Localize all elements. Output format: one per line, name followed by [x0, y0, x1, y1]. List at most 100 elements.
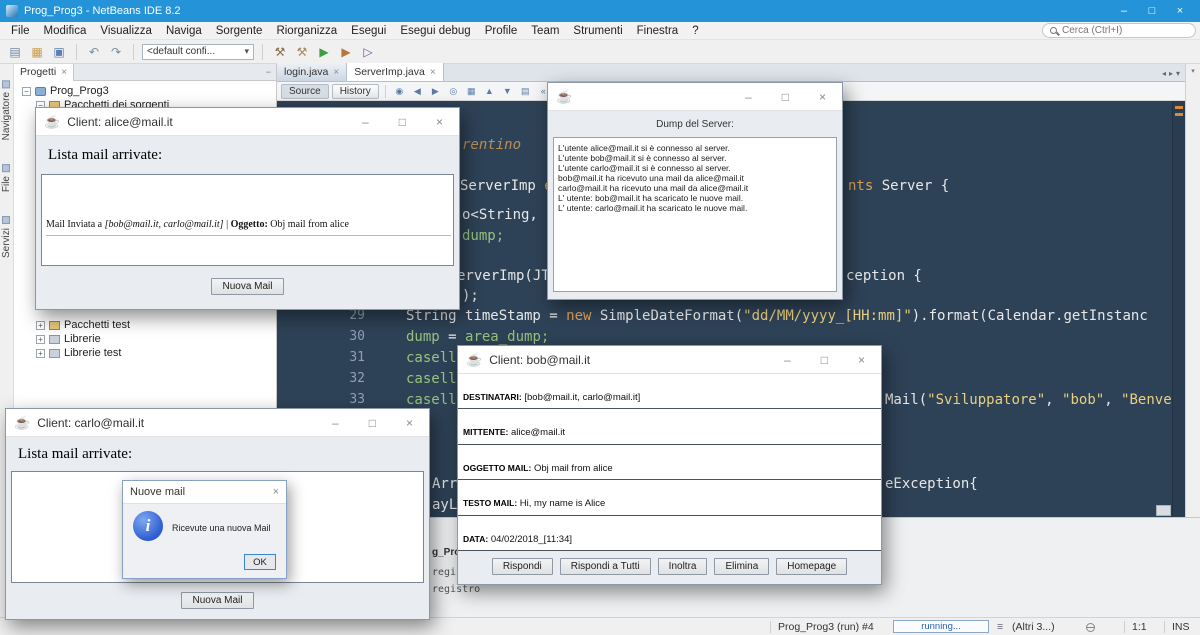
- expand-icon[interactable]: [36, 334, 45, 344]
- minimize-icon[interactable]: [784, 353, 791, 367]
- side-tab-file[interactable]: File: [1, 164, 12, 192]
- close-icon[interactable]: [333, 66, 339, 78]
- quick-search[interactable]: [1042, 23, 1196, 38]
- ide-titlebar[interactable]: Prog_Prog3 - NetBeans IDE 8.2: [0, 0, 1200, 22]
- config-select[interactable]: <default confi...: [142, 43, 254, 60]
- window-controls: [362, 115, 451, 129]
- menu-finestra[interactable]: Finestra: [630, 25, 686, 37]
- toggle-bookmark-icon[interactable]: ▤: [518, 84, 533, 99]
- close-icon[interactable]: [61, 66, 67, 78]
- maximize-icon[interactable]: [1138, 5, 1166, 17]
- tab-list-icon[interactable]: ▾: [1176, 69, 1180, 78]
- debug-project-icon[interactable]: ▶: [337, 43, 355, 61]
- editor-tab-login-java[interactable]: login.java: [277, 63, 348, 81]
- menu-team[interactable]: Team: [524, 25, 566, 37]
- dump-titlebar[interactable]: [548, 83, 842, 111]
- menu-modifica[interactable]: Modifica: [37, 25, 94, 37]
- dialog-titlebar[interactable]: Nuove mail: [123, 481, 286, 504]
- find-selection-icon[interactable]: ◎: [446, 84, 461, 99]
- next-bookmark-icon[interactable]: ▼: [500, 84, 515, 99]
- profile-project-icon[interactable]: ▷: [359, 43, 377, 61]
- minimize-icon[interactable]: [745, 90, 752, 104]
- build-project-icon[interactable]: ⚒: [271, 43, 289, 61]
- close-icon[interactable]: [819, 90, 826, 104]
- close-icon[interactable]: [430, 66, 436, 78]
- close-icon[interactable]: [273, 486, 279, 498]
- tab-progetti[interactable]: Progetti: [14, 63, 75, 81]
- forward-icon[interactable]: ▶: [428, 84, 443, 99]
- maximize-icon[interactable]: [369, 416, 376, 430]
- menu-esegui[interactable]: Esegui: [344, 25, 393, 37]
- menu-item[interactable]: ?: [685, 25, 705, 37]
- elimina-button[interactable]: Elimina: [714, 558, 770, 575]
- nuova-mail-button[interactable]: Nuova Mail: [181, 591, 254, 609]
- close-icon[interactable]: [1166, 5, 1194, 17]
- alice-mail-list[interactable]: Mail Inviata a [bob@mail.it, carlo@mail.…: [41, 174, 454, 266]
- close-icon[interactable]: [436, 115, 443, 129]
- side-tab-navigatore[interactable]: Navigatore: [1, 80, 12, 140]
- error-stripe[interactable]: [1172, 101, 1185, 517]
- insert-mode-indicator[interactable]: INS: [1172, 621, 1190, 633]
- scroll-right-icon[interactable]: ▸: [1169, 69, 1173, 78]
- tab-scroll-arrows[interactable]: ◂ ▸ ▾: [1162, 69, 1185, 81]
- menu-visualizza[interactable]: Visualizza: [93, 25, 159, 37]
- highlight-icon[interactable]: ▦: [464, 84, 479, 99]
- maximize-icon[interactable]: [782, 90, 789, 104]
- inoltra-button[interactable]: Inoltra: [657, 558, 708, 575]
- previous-bookmark-icon[interactable]: ▲: [482, 84, 497, 99]
- alice-titlebar[interactable]: Client: alice@mail.it: [36, 108, 459, 136]
- menu-sorgente[interactable]: Sorgente: [209, 25, 270, 37]
- back-icon[interactable]: ◀: [410, 84, 425, 99]
- expand-icon[interactable]: [36, 320, 45, 330]
- menu-esegui-debug[interactable]: Esegui debug: [393, 25, 477, 37]
- redo-icon[interactable]: ↷: [107, 43, 125, 61]
- homepage-button[interactable]: Homepage: [776, 558, 848, 575]
- history-view-button[interactable]: History: [331, 83, 379, 99]
- scroll-left-icon[interactable]: ◂: [1162, 69, 1166, 78]
- dump-text-area[interactable]: L'utente alice@mail.it si è connesso al …: [553, 137, 837, 292]
- tree-item-librerie[interactable]: Librerie: [36, 332, 101, 346]
- last-edit-icon[interactable]: ◉: [392, 84, 407, 99]
- status-others[interactable]: (Altri 3...): [1012, 621, 1055, 633]
- minimize-icon[interactable]: [1110, 5, 1138, 17]
- source-view-button[interactable]: Source: [281, 83, 329, 99]
- collapse-icon[interactable]: [22, 86, 31, 96]
- close-icon[interactable]: [858, 353, 865, 367]
- minimize-icon[interactable]: [332, 416, 339, 430]
- open-project-icon[interactable]: ▦: [28, 43, 46, 61]
- mail-list-item[interactable]: Mail Inviata a [bob@mail.it, carlo@mail.…: [46, 219, 451, 236]
- minimize-icon[interactable]: [362, 115, 369, 129]
- process-list-icon[interactable]: ≡: [997, 621, 1003, 633]
- editor-tab-serverimp-java[interactable]: ServerImp.java: [347, 63, 444, 81]
- maximize-icon[interactable]: [399, 115, 406, 129]
- minimize-panel-icon[interactable]: [266, 67, 271, 77]
- clean-build-project-icon[interactable]: ⚒: [293, 43, 311, 61]
- menu-naviga[interactable]: Naviga: [159, 25, 209, 37]
- expand-icon[interactable]: [36, 348, 45, 358]
- progress-bar[interactable]: running...: [893, 620, 989, 633]
- menu-file[interactable]: File: [4, 25, 37, 37]
- rispondi-a-tutti-button[interactable]: Rispondi a Tutti: [559, 558, 651, 575]
- menu-strumenti[interactable]: Strumenti: [566, 25, 629, 37]
- maximize-icon[interactable]: [821, 353, 828, 367]
- side-tab-servizi[interactable]: Servizi: [1, 216, 12, 259]
- nuova-mail-button[interactable]: Nuova Mail: [211, 278, 284, 295]
- warning-mark-icon[interactable]: [1175, 113, 1183, 116]
- editor-corner-button[interactable]: [1156, 505, 1171, 516]
- menu-profile[interactable]: Profile: [478, 25, 525, 37]
- tree-item-prog-prog3[interactable]: Prog_Prog3: [22, 84, 109, 98]
- tree-item-pacchetti-test[interactable]: Pacchetti test: [36, 318, 130, 332]
- carlo-titlebar[interactable]: Client: carlo@mail.it: [6, 409, 429, 437]
- menu-riorganizza[interactable]: Riorganizza: [269, 25, 344, 37]
- tree-item-librerie-test[interactable]: Librerie test: [36, 346, 121, 360]
- bob-titlebar[interactable]: Client: bob@mail.it: [458, 346, 881, 374]
- save-all-icon[interactable]: ▣: [50, 43, 68, 61]
- undo-icon[interactable]: ↶: [85, 43, 103, 61]
- search-input[interactable]: [1062, 25, 1188, 36]
- close-icon[interactable]: [406, 416, 413, 430]
- rispondi-button[interactable]: Rispondi: [491, 558, 553, 575]
- run-project-icon[interactable]: ▶: [315, 43, 333, 61]
- warning-mark-icon[interactable]: [1175, 106, 1183, 109]
- ok-button[interactable]: OK: [244, 554, 276, 570]
- new-file-icon[interactable]: ▤: [6, 43, 24, 61]
